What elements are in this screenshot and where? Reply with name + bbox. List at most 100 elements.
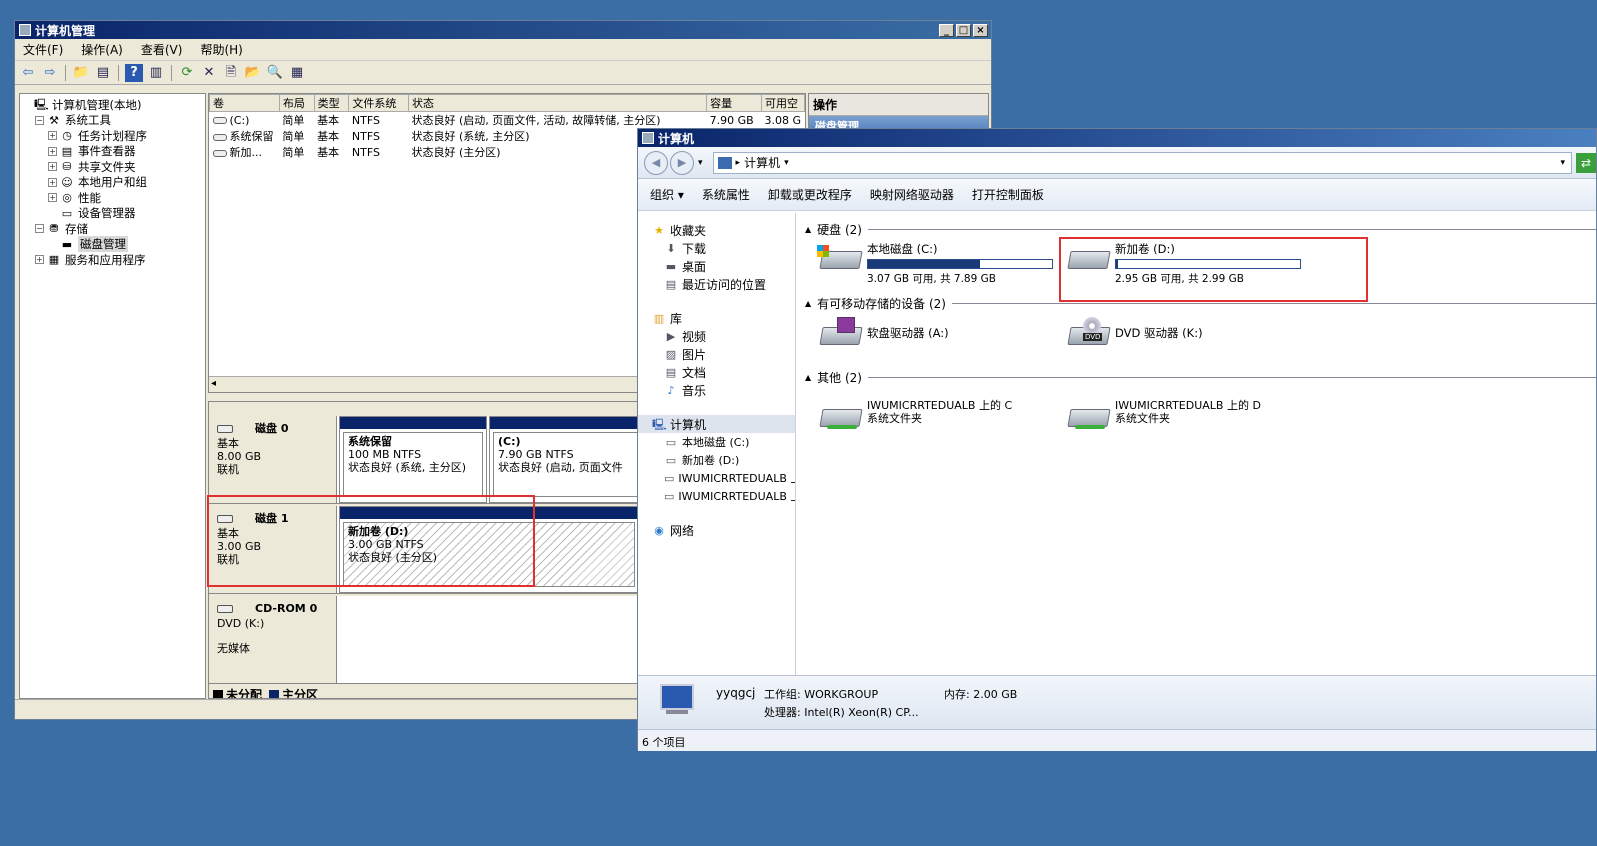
tree-item[interactable]: − ⛃ 存储 xyxy=(22,221,203,237)
network-folder-tile[interactable]: IWUMICRRTEDUALB 上的 D 系统文件夹 xyxy=(1065,399,1261,431)
maximize-button[interactable]: □ xyxy=(956,23,971,37)
menu-help[interactable]: 帮助(H) xyxy=(200,41,242,58)
open-folder-icon[interactable]: 📂 xyxy=(244,64,262,82)
table-row[interactable]: (C:) 简单 基本 NTFS 状态良好 (启动, 页面文件, 活动, 故障转储, 主分… xyxy=(210,112,805,129)
close-button[interactable]: × xyxy=(973,23,988,37)
cell-value: 简单 xyxy=(282,130,305,143)
nav-item[interactable]: ▭ IWUMICRRTEDUALB 上 xyxy=(652,469,795,487)
show-hide-tree-icon[interactable]: ▤ xyxy=(94,64,112,82)
properties-icon[interactable]: 🗎 xyxy=(222,64,240,82)
nav-item[interactable]: ◉ 网络 xyxy=(652,521,795,539)
collapse-arrow-icon[interactable]: ▲ xyxy=(805,299,811,308)
minimize-button[interactable]: _ xyxy=(939,23,954,37)
back-arrow-icon[interactable]: ⇦ xyxy=(19,64,37,82)
table-cell: 简单 xyxy=(279,144,314,160)
tree-item[interactable]: + ☺ 本地用户和组 xyxy=(22,175,203,191)
command-button[interactable]: 系统属性 xyxy=(702,186,750,203)
refresh-button[interactable]: ⇄ xyxy=(1576,152,1596,173)
nav-item[interactable]: ♪ 音乐 xyxy=(652,381,795,399)
tree-item[interactable]: ▬ 磁盘管理 xyxy=(22,236,203,253)
cm-titlebar[interactable]: 计算机管理 _ □ × xyxy=(15,21,991,39)
tree-item[interactable]: + ⛁ 共享文件夹 xyxy=(22,159,203,175)
expand-toggle-icon[interactable]: + xyxy=(48,177,57,187)
nav-item[interactable]: ▭ 新加卷 (D:) xyxy=(652,451,795,469)
menu-view[interactable]: 查看(V) xyxy=(141,41,183,58)
menu-file[interactable]: 文件(F) xyxy=(23,41,63,58)
show-action-pane-icon[interactable]: ▥ xyxy=(147,64,165,82)
expand-toggle-icon[interactable]: + xyxy=(48,131,57,141)
nav-item[interactable]: ▥ 库 xyxy=(652,309,795,327)
breadcrumb-arrow-icon[interactable]: ▸ xyxy=(736,158,741,168)
column-header[interactable]: 卷 xyxy=(209,94,280,112)
column-header[interactable]: 类型 xyxy=(313,94,350,112)
network-folder-name: IWUMICRRTEDUALB 上的 C xyxy=(867,399,1013,412)
disk-info[interactable]: 磁盘 0 基本 8.00 GB 联机 xyxy=(209,416,337,503)
expand-toggle-icon[interactable]: + xyxy=(35,255,44,265)
breadcrumb-dropdown-icon[interactable]: ▾ xyxy=(784,158,789,168)
tree-item[interactable]: − ⚒ 系统工具 xyxy=(22,113,203,129)
collapse-arrow-icon[interactable]: ▲ xyxy=(805,373,811,382)
expand-toggle-icon[interactable]: + xyxy=(48,162,57,172)
command-button[interactable]: 映射网络驱动器 xyxy=(870,186,954,203)
back-button[interactable]: ◀ xyxy=(644,150,668,175)
address-history-icon[interactable]: ▾ xyxy=(1560,158,1565,168)
nav-item[interactable]: ▭ IWUMICRRTEDUALB 上 xyxy=(652,487,795,505)
nav-item[interactable]: ▬ 桌面 xyxy=(652,257,795,275)
group-header[interactable]: ▲ 其他 (2) xyxy=(805,369,1596,386)
group-header[interactable]: ▲ 硬盘 (2) xyxy=(805,221,1596,238)
explorer-titlebar[interactable]: 计算机 xyxy=(638,129,1596,147)
nav-item[interactable]: 🖳 计算机 xyxy=(638,415,795,433)
removable-tile[interactable]: 软盘驱动器 (A:) xyxy=(817,317,949,349)
forward-button[interactable]: ▶ xyxy=(670,150,694,175)
nav-item[interactable]: ▤ 最近访问的位置 xyxy=(652,275,795,293)
nav-item[interactable]: ▤ 文档 xyxy=(652,363,795,381)
nav-item[interactable]: ▶ 视频 xyxy=(652,327,795,345)
forward-arrow-icon[interactable]: ⇨ xyxy=(41,64,59,82)
column-header[interactable]: 容量 xyxy=(706,94,762,112)
volume-icon xyxy=(212,133,227,141)
command-button[interactable]: 组织 ▾ xyxy=(650,186,684,203)
removable-tile[interactable]: DVD DVD 驱动器 (K:) xyxy=(1065,317,1203,349)
command-button[interactable]: 卸载或更改程序 xyxy=(768,186,852,203)
nav-item[interactable]: ▭ 本地磁盘 (C:) xyxy=(652,433,795,451)
search-icon[interactable]: 🔍 xyxy=(266,64,284,82)
partition[interactable]: (C:) 7.90 GB NTFS 状态良好 (启动, 页面文件 xyxy=(489,416,649,503)
disk-info[interactable]: CD-ROM 0 DVD (K:) 无媒体 xyxy=(209,596,337,683)
menu-action[interactable]: 操作(A) xyxy=(81,41,123,58)
expand-toggle-icon[interactable]: + xyxy=(48,146,57,156)
command-button[interactable]: 打开控制面板 xyxy=(972,186,1044,203)
refresh-icon[interactable]: ⟳ xyxy=(178,64,196,82)
delete-icon[interactable]: ✕ xyxy=(200,64,218,82)
nav-item-label: 新加卷 (D:) xyxy=(682,454,740,467)
collapse-arrow-icon[interactable]: ▲ xyxy=(805,225,811,234)
tree-item[interactable]: 🖳 计算机管理(本地) xyxy=(22,97,203,113)
address-bar[interactable]: ▸ 计算机 ▾ ▾ xyxy=(712,151,1572,174)
tree-item[interactable]: + ◎ 性能 xyxy=(22,190,203,206)
tree-item[interactable]: ▭ 设备管理器 xyxy=(22,206,203,222)
expand-toggle-icon[interactable]: − xyxy=(35,224,44,234)
tree-item[interactable]: + ▤ 事件查看器 xyxy=(22,144,203,160)
nav-item[interactable]: ▨ 图片 xyxy=(652,345,795,363)
tree-item[interactable]: + ◷ 任务计划程序 xyxy=(22,128,203,144)
disk-detail: 8.00 GB xyxy=(217,450,262,463)
column-header[interactable]: 文件系统 xyxy=(348,94,409,112)
scroll-left-icon[interactable]: ◂ xyxy=(211,378,216,389)
nav-item[interactable]: ★ 收藏夹 xyxy=(652,221,795,239)
expand-toggle-icon[interactable]: + xyxy=(48,193,57,203)
column-header[interactable]: 可用空 xyxy=(760,94,805,112)
column-header[interactable]: 布局 xyxy=(278,94,315,112)
network-folder-tile[interactable]: IWUMICRRTEDUALB 上的 C 系统文件夹 xyxy=(817,399,1012,431)
recent-pages-icon[interactable]: ▾ xyxy=(698,158,703,168)
column-header[interactable]: 状态 xyxy=(407,94,708,112)
network-folder-text: IWUMICRRTEDUALB 上的 C 系统文件夹 xyxy=(867,399,1012,425)
partition[interactable]: 系统保留 100 MB NTFS 状态良好 (系统, 主分区) xyxy=(339,416,487,503)
breadcrumb-computer[interactable]: 计算机 xyxy=(744,154,780,171)
dvd-drive-icon: DVD xyxy=(1065,317,1113,349)
disk-properties-icon[interactable]: ▦ xyxy=(288,64,306,82)
help-icon[interactable]: ? xyxy=(125,63,143,82)
up-folder-icon[interactable]: 📁 xyxy=(72,64,90,82)
tree-item[interactable]: + ▦ 服务和应用程序 xyxy=(22,252,203,268)
nav-item[interactable]: ⬇ 下载 xyxy=(652,239,795,257)
expand-toggle-icon[interactable]: − xyxy=(35,115,44,125)
drive-tile[interactable]: 本地磁盘 (C:) 3.07 GB 可用, 共 7.89 GB xyxy=(817,241,1053,286)
